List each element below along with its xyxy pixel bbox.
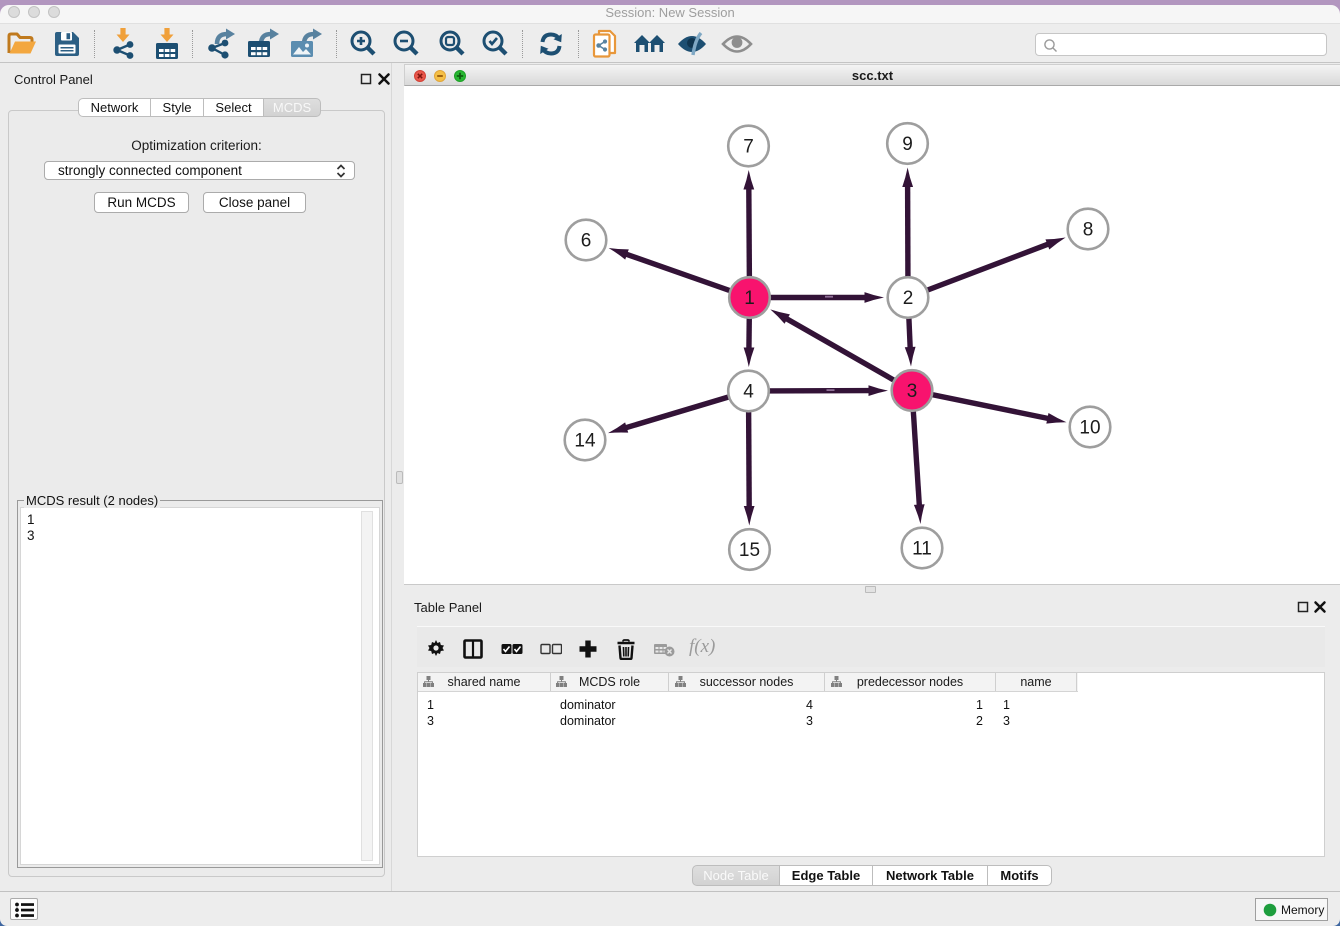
- svg-text:3: 3: [907, 381, 918, 402]
- svg-text:6: 6: [581, 231, 592, 252]
- svg-text:4: 4: [743, 382, 754, 403]
- svg-text:2: 2: [903, 288, 914, 309]
- svg-text:10: 10: [1079, 418, 1100, 439]
- svg-text:1: 1: [744, 288, 755, 309]
- svg-text:14: 14: [574, 431, 596, 452]
- svg-text:15: 15: [739, 540, 760, 561]
- svg-text:7: 7: [743, 137, 754, 158]
- svg-text:8: 8: [1083, 220, 1094, 241]
- svg-text:11: 11: [912, 539, 932, 560]
- svg-text:9: 9: [902, 134, 913, 155]
